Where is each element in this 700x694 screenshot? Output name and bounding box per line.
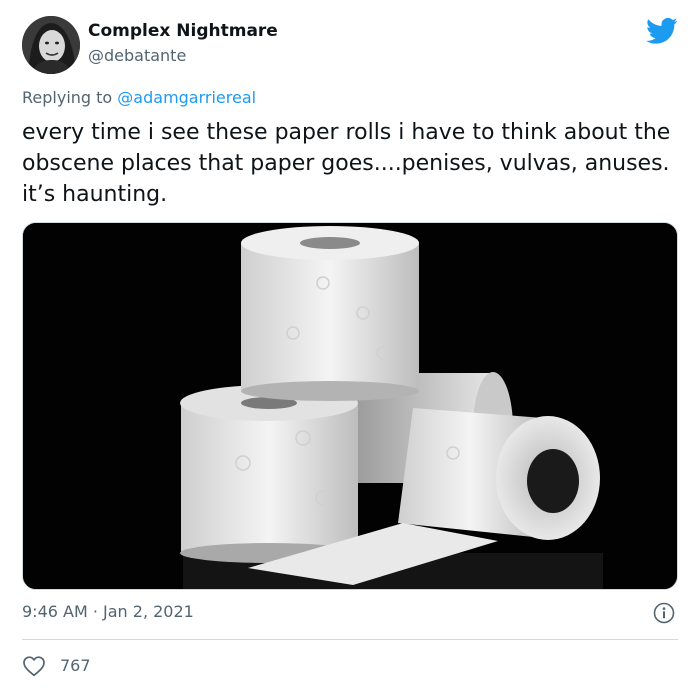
reply-prefix: Replying to [22, 88, 113, 107]
avatar[interactable] [22, 16, 80, 74]
like-count: 767 [60, 656, 91, 675]
divider [22, 639, 678, 640]
tweet-text: every time i see these paper rolls i hav… [22, 120, 671, 207]
info-icon[interactable] [652, 601, 676, 625]
tweet-card: Complex Nightmare @debatante Replying to… [0, 0, 700, 694]
reply-mention-link[interactable]: @adamgarriereal [117, 88, 256, 107]
heart-icon[interactable] [22, 655, 46, 677]
author-handle[interactable]: @debatante [88, 46, 186, 65]
reply-context: Replying to @adamgarriereal [22, 88, 256, 107]
author-display-name[interactable]: Complex Nightmare [88, 21, 278, 41]
tweet-timestamp[interactable]: 9:46 AM · Jan 2, 2021 [22, 602, 194, 621]
twitter-bird-icon[interactable] [646, 17, 678, 45]
toilet-paper-photo [23, 223, 677, 589]
tweet-photo[interactable] [22, 222, 678, 590]
avatar-image [22, 16, 80, 74]
